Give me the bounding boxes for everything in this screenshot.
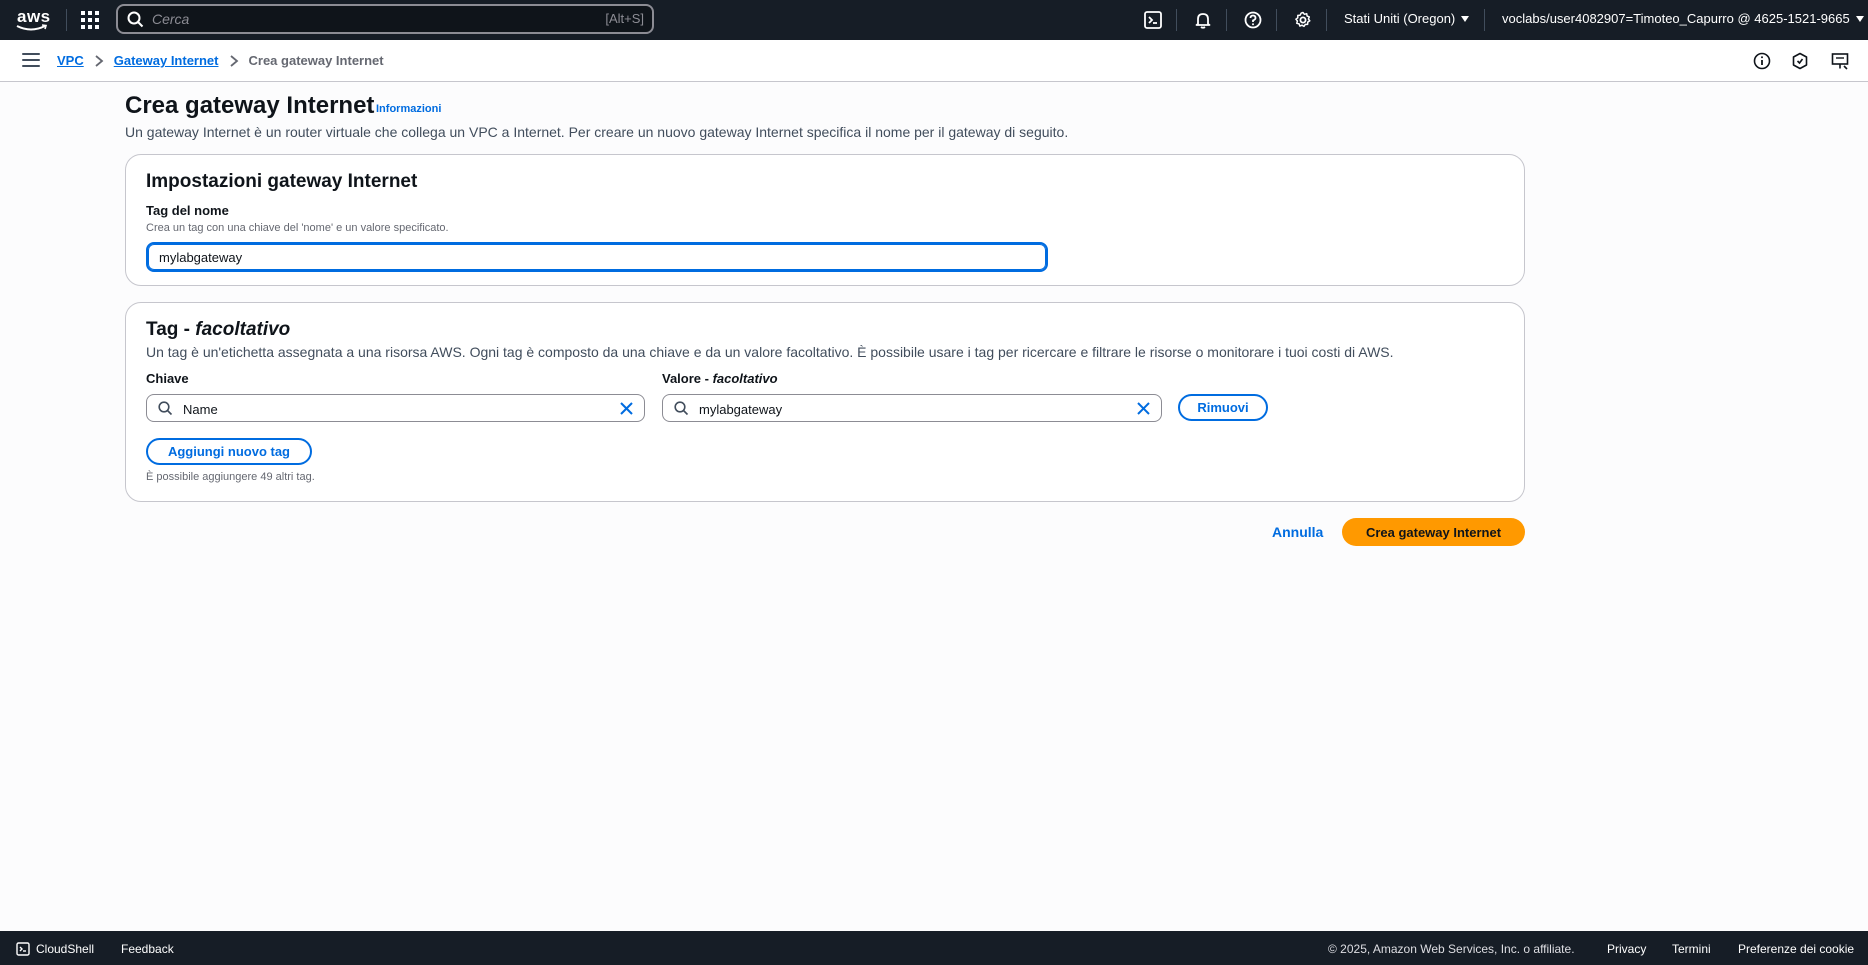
- search-icon: [127, 11, 144, 28]
- cloudshell-icon: [16, 942, 30, 956]
- value-label-text: Valore -: [662, 371, 713, 386]
- clear-icon[interactable]: [619, 401, 634, 416]
- region-selector[interactable]: Stati Uniti (Oregon): [1344, 11, 1470, 26]
- account-menu[interactable]: voclabs/user4082907=Timoteo_Capurro @ 46…: [1502, 11, 1864, 26]
- name-tag-input[interactable]: [146, 242, 1048, 272]
- panel-title: Tag - facoltativo: [146, 319, 290, 341]
- add-tag-button[interactable]: Aggiungi nuovo tag: [146, 438, 312, 465]
- gateway-settings-panel: Impostazioni gateway Internet Tag del no…: [125, 154, 1525, 286]
- info-panel-button[interactable]: [1752, 51, 1772, 71]
- feedback-panel-button[interactable]: [1830, 51, 1850, 71]
- global-search[interactable]: [Alt+S]: [116, 4, 654, 34]
- page-description: Un gateway Internet è un router virtuale…: [125, 124, 1069, 140]
- create-gateway-button[interactable]: Crea gateway Internet: [1342, 518, 1525, 546]
- breadcrumb-gateway-internet[interactable]: Gateway Internet: [114, 53, 219, 68]
- name-tag-description: Crea un tag con una chiave del 'nome' e …: [146, 222, 449, 234]
- presentation-icon: [1831, 53, 1849, 70]
- cloudshell-button[interactable]: [1142, 9, 1164, 31]
- breadcrumb-vpc[interactable]: VPC: [57, 53, 84, 68]
- panel-title: Impostazioni gateway Internet: [146, 171, 418, 192]
- cloudshell-icon: [1144, 11, 1162, 29]
- breadcrumb: VPC Gateway Internet Crea gateway Intern…: [57, 53, 384, 68]
- aws-smile-icon: [16, 24, 48, 31]
- privacy-link[interactable]: Privacy: [1607, 942, 1646, 956]
- caret-down-icon: [1855, 15, 1864, 22]
- breadcrumb-bar: VPC Gateway Internet Crea gateway Intern…: [0, 40, 1868, 82]
- tag-key-input[interactable]: [183, 400, 583, 418]
- notifications-button[interactable]: [1192, 9, 1214, 31]
- tutorial-panel-button[interactable]: [1790, 51, 1810, 71]
- top-navigation: aws [Alt+S]: [0, 0, 1868, 40]
- remove-tag-button[interactable]: Rimuovi: [1178, 394, 1268, 421]
- tag-value-field[interactable]: [662, 394, 1162, 422]
- nav-divider: [1326, 9, 1327, 31]
- caret-down-icon: [1461, 15, 1470, 22]
- region-label: Stati Uniti (Oregon): [1344, 11, 1456, 26]
- bell-icon: [1195, 13, 1211, 29]
- tag-value-input[interactable]: [699, 400, 1099, 418]
- settings-icon: [1295, 11, 1311, 28]
- cloudshell-footer-button[interactable]: CloudShell: [16, 942, 94, 956]
- search-input[interactable]: [152, 10, 572, 28]
- info-icon: [1753, 52, 1771, 70]
- optional-label: facoltativo: [195, 319, 291, 340]
- remaining-tags-hint: È possibile aggiungere 49 altri tag.: [146, 471, 315, 483]
- chevron-right-icon: [94, 54, 104, 67]
- nav-divider: [66, 9, 67, 31]
- tags-description: Un tag è un'etichetta assegnata a una ri…: [146, 344, 1394, 360]
- nav-divider: [1176, 9, 1177, 31]
- cloudshell-label: CloudShell: [36, 942, 95, 956]
- tags-panel: Tag - facoltativo Un tag è un'etichetta …: [125, 302, 1525, 502]
- services-grid-icon[interactable]: [80, 10, 100, 30]
- cookie-preferences-link[interactable]: Preferenze dei cookie: [1738, 942, 1854, 956]
- aws-logo[interactable]: aws: [16, 6, 50, 34]
- search-icon: [674, 401, 689, 416]
- feedback-link[interactable]: Feedback: [121, 942, 174, 956]
- key-label: Chiave: [146, 371, 189, 386]
- settings-button[interactable]: [1292, 9, 1314, 31]
- help-icon: [1244, 11, 1262, 29]
- cancel-button[interactable]: Annulla: [1272, 524, 1323, 540]
- tutorial-icon: [1792, 52, 1808, 70]
- search-shortcut: [Alt+S]: [605, 11, 644, 26]
- info-link[interactable]: Informazioni: [376, 103, 441, 115]
- nav-divider: [1226, 9, 1227, 31]
- tags-title: Tag -: [146, 319, 196, 340]
- copyright: © 2025, Amazon Web Services, Inc. o affi…: [1328, 942, 1575, 956]
- value-label: Valore - facoltativo: [662, 371, 778, 386]
- menu-icon[interactable]: [22, 53, 40, 67]
- terms-link[interactable]: Termini: [1672, 942, 1711, 956]
- footer: CloudShell Feedback © 2025, Amazon Web S…: [0, 931, 1868, 965]
- chevron-right-icon: [229, 54, 239, 67]
- nav-divider: [1484, 9, 1485, 31]
- search-icon: [158, 401, 173, 416]
- clear-icon[interactable]: [1136, 401, 1151, 416]
- tag-key-field[interactable]: [146, 394, 645, 422]
- name-tag-label: Tag del nome: [146, 203, 229, 218]
- breadcrumb-current: Crea gateway Internet: [248, 53, 384, 68]
- page-title: Crea gateway Internet: [125, 92, 375, 119]
- nav-divider: [1276, 9, 1277, 31]
- help-button[interactable]: [1242, 9, 1264, 31]
- account-label: voclabs/user4082907=Timoteo_Capurro @ 46…: [1502, 11, 1850, 26]
- optional-label: facoltativo: [712, 371, 778, 386]
